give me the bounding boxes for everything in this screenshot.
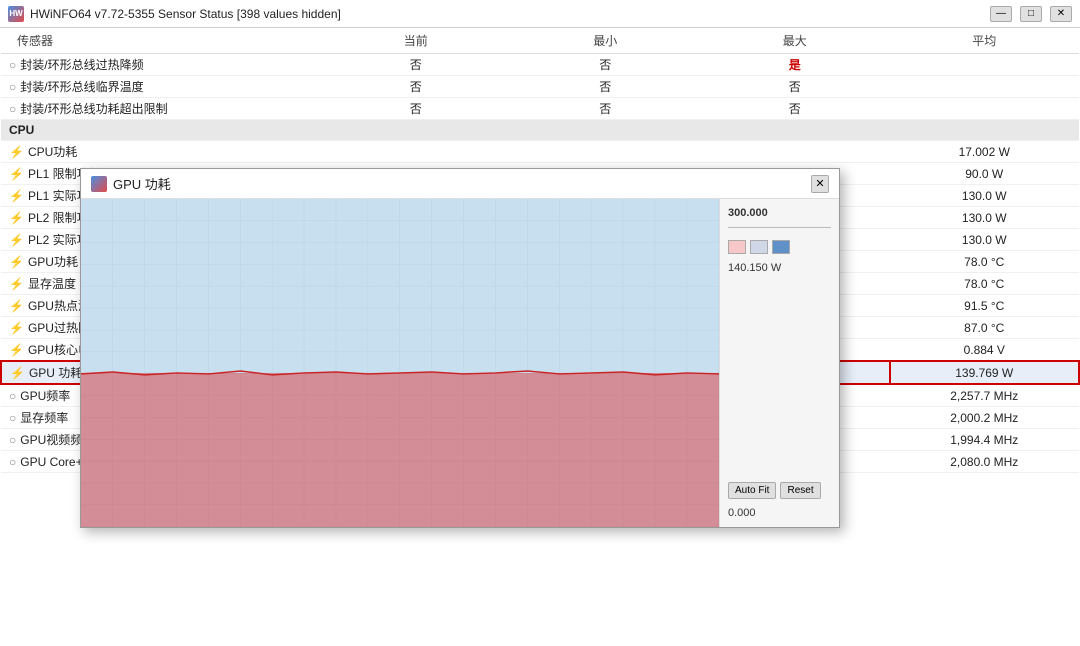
sensor-avg: 90.0 W — [890, 163, 1080, 185]
window-controls[interactable]: — □ ✕ — [990, 6, 1072, 22]
maximize-button[interactable]: □ — [1020, 6, 1042, 22]
sensor-avg: 2,000.2 MHz — [890, 407, 1080, 429]
dialog-icon — [91, 176, 107, 192]
bolt-icon: ⚡ — [10, 366, 25, 380]
bolt-icon: ⚡ — [9, 211, 24, 225]
table-row: ○封装/环形总线功耗超出限制否否否 — [1, 98, 1079, 120]
sensor-avg — [890, 98, 1080, 120]
bolt-icon: ⚡ — [9, 255, 24, 269]
table-row: CPU — [1, 120, 1079, 141]
sensor-label: ○封装/环形总线功耗超出限制 — [1, 98, 321, 120]
table-row: ⚡CPU功耗 17.002 W — [1, 141, 1079, 163]
bolt-icon: ⚡ — [9, 299, 24, 313]
window-title: HWiNFO64 v7.72-5355 Sensor Status [398 v… — [30, 7, 341, 21]
reset-button[interactable]: Reset — [780, 482, 820, 499]
table-row: ○封装/环形总线过热降频否否是 — [1, 54, 1079, 76]
sensor-avg: 91.5 °C — [890, 295, 1080, 317]
sensor-max: 否 — [700, 76, 890, 98]
circle-icon: ○ — [9, 411, 16, 425]
col-header-avg: 平均 — [890, 28, 1080, 54]
sensor-avg: 130.0 W — [890, 207, 1080, 229]
chart-bottom-label: 0.000 — [728, 507, 831, 519]
circle-icon: ○ — [9, 58, 16, 72]
table-row: ○封装/环形总线临界温度否否否 — [1, 76, 1079, 98]
app-icon: HW — [8, 6, 24, 22]
dialog-title-text: GPU 功耗 — [113, 174, 171, 193]
col-header-current: 当前 — [321, 28, 511, 54]
dialog-close-button[interactable]: ✕ — [811, 175, 829, 193]
bolt-icon: ⚡ — [9, 343, 24, 357]
chart-right-panel: 300.000 140.150 W Auto Fit Reset 0.000 — [719, 199, 839, 527]
dialog-title-left: GPU 功耗 — [91, 174, 171, 193]
sensor-max — [700, 141, 890, 163]
bolt-icon: ⚡ — [9, 277, 24, 291]
sensor-max: 是 — [700, 54, 890, 76]
gpu-power-dialog[interactable]: GPU 功耗 ✕ — [80, 168, 840, 528]
bolt-icon: ⚡ — [9, 321, 24, 335]
sensor-current: 否 — [321, 54, 511, 76]
bolt-icon: ⚡ — [9, 167, 24, 181]
chart-top-label: 300.000 — [728, 207, 831, 219]
circle-icon: ○ — [9, 389, 16, 403]
chart-area — [81, 199, 719, 527]
bolt-icon: ⚡ — [9, 189, 24, 203]
sensor-current: 否 — [321, 98, 511, 120]
sensor-min — [511, 141, 701, 163]
circle-icon: ○ — [9, 102, 16, 116]
swatch-3 — [772, 240, 790, 254]
sensor-current: 否 — [321, 76, 511, 98]
sensor-avg: 139.769 W — [890, 361, 1080, 384]
sensor-label: ○封装/环形总线过热降频 — [1, 54, 321, 76]
chart-svg — [81, 199, 719, 527]
sensor-avg: 2,080.0 MHz — [890, 451, 1080, 473]
close-button[interactable]: ✕ — [1050, 6, 1072, 22]
sensor-max: 否 — [700, 98, 890, 120]
auto-fit-button[interactable]: Auto Fit — [728, 482, 776, 499]
sensor-min: 否 — [511, 54, 701, 76]
swatch-2 — [750, 240, 768, 254]
dialog-title-bar: GPU 功耗 ✕ — [81, 169, 839, 199]
title-bar-left: HW HWiNFO64 v7.72-5355 Sensor Status [39… — [8, 6, 341, 22]
swatch-1 — [728, 240, 746, 254]
circle-icon: ○ — [9, 455, 16, 469]
sensor-avg: 0.884 V — [890, 339, 1080, 362]
sensor-avg: 1,994.4 MHz — [890, 429, 1080, 451]
sensor-label: ○封装/环形总线临界温度 — [1, 76, 321, 98]
sensor-current — [321, 141, 511, 163]
circle-icon: ○ — [9, 433, 16, 447]
sensor-avg: 130.0 W — [890, 229, 1080, 251]
sensor-avg: 17.002 W — [890, 141, 1080, 163]
color-swatches — [728, 240, 831, 254]
bolt-icon: ⚡ — [9, 233, 24, 247]
sensor-avg: 87.0 °C — [890, 317, 1080, 339]
dialog-body: 300.000 140.150 W Auto Fit Reset 0.000 — [81, 199, 839, 527]
sensor-min: 否 — [511, 76, 701, 98]
chart-buttons[interactable]: Auto Fit Reset — [728, 482, 831, 499]
section-label: CPU — [1, 120, 1079, 141]
sensor-label: ⚡CPU功耗 — [1, 141, 321, 163]
sensor-avg: 78.0 °C — [890, 251, 1080, 273]
main-area: 传感器 当前 最小 最大 平均 ○封装/环形总线过热降频否否是○封装/环形总线临… — [0, 28, 1080, 646]
sensor-min: 否 — [511, 98, 701, 120]
sensor-avg: 78.0 °C — [890, 273, 1080, 295]
circle-icon: ○ — [9, 80, 16, 94]
col-header-min: 最小 — [511, 28, 701, 54]
sensor-avg — [890, 76, 1080, 98]
sensor-avg: 2,257.7 MHz — [890, 384, 1080, 407]
chart-mid-value: 140.150 W — [728, 262, 831, 274]
bolt-icon: ⚡ — [9, 145, 24, 159]
title-bar: HW HWiNFO64 v7.72-5355 Sensor Status [39… — [0, 0, 1080, 28]
sensor-avg — [890, 54, 1080, 76]
col-header-max: 最大 — [700, 28, 890, 54]
col-header-sensor: 传感器 — [1, 28, 321, 54]
minimize-button[interactable]: — — [990, 6, 1012, 22]
sensor-avg: 130.0 W — [890, 185, 1080, 207]
